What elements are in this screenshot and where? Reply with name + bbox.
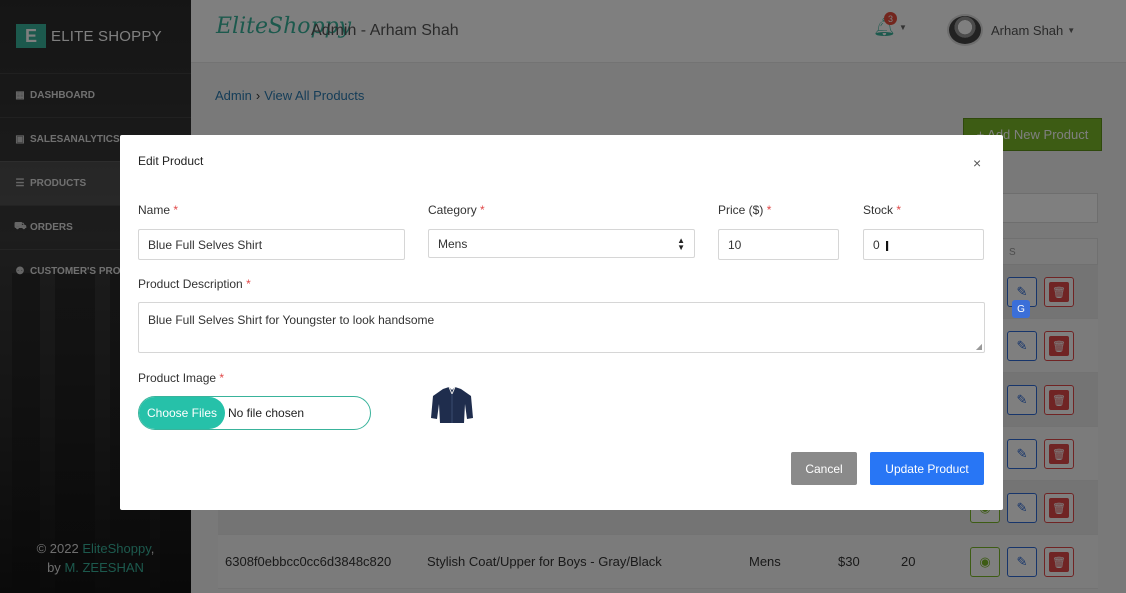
close-icon[interactable]: × xyxy=(973,155,981,171)
category-value: Mens xyxy=(438,236,468,251)
file-input[interactable]: Choose Files No file chosen xyxy=(138,396,371,430)
image-label: Product Image * xyxy=(138,371,225,385)
category-select[interactable]: Mens ▲ ▼ xyxy=(428,229,695,258)
product-thumbnail xyxy=(431,386,473,423)
price-label: Price ($) * xyxy=(718,203,772,217)
select-arrows-icon: ▲ ▼ xyxy=(677,235,685,252)
resize-grip-icon[interactable]: ◢ xyxy=(976,342,982,351)
description-value: Blue Full Selves Shirt for Youngster to … xyxy=(148,313,435,327)
category-label: Category * xyxy=(428,203,485,217)
translate-icon[interactable]: G xyxy=(1012,300,1030,318)
modal-title: Edit Product xyxy=(138,154,204,168)
file-status: No file chosen xyxy=(228,406,305,420)
cancel-button[interactable]: Cancel xyxy=(791,452,857,485)
name-label: Name * xyxy=(138,203,179,217)
update-product-button[interactable]: Update Product xyxy=(870,452,984,485)
text-cursor-icon: I xyxy=(885,238,890,255)
name-field[interactable]: Blue Full Selves Shirt xyxy=(138,229,405,260)
choose-files-button[interactable]: Choose Files xyxy=(139,397,225,429)
description-textarea[interactable]: Blue Full Selves Shirt for Youngster to … xyxy=(138,302,985,353)
description-label: Product Description * xyxy=(138,277,251,291)
stock-field[interactable]: 0 xyxy=(863,229,984,260)
edit-product-modal: Edit Product × Name * Blue Full Selves S… xyxy=(120,135,1003,510)
stock-label: Stock * xyxy=(863,203,902,217)
price-field[interactable]: 10 xyxy=(718,229,839,260)
